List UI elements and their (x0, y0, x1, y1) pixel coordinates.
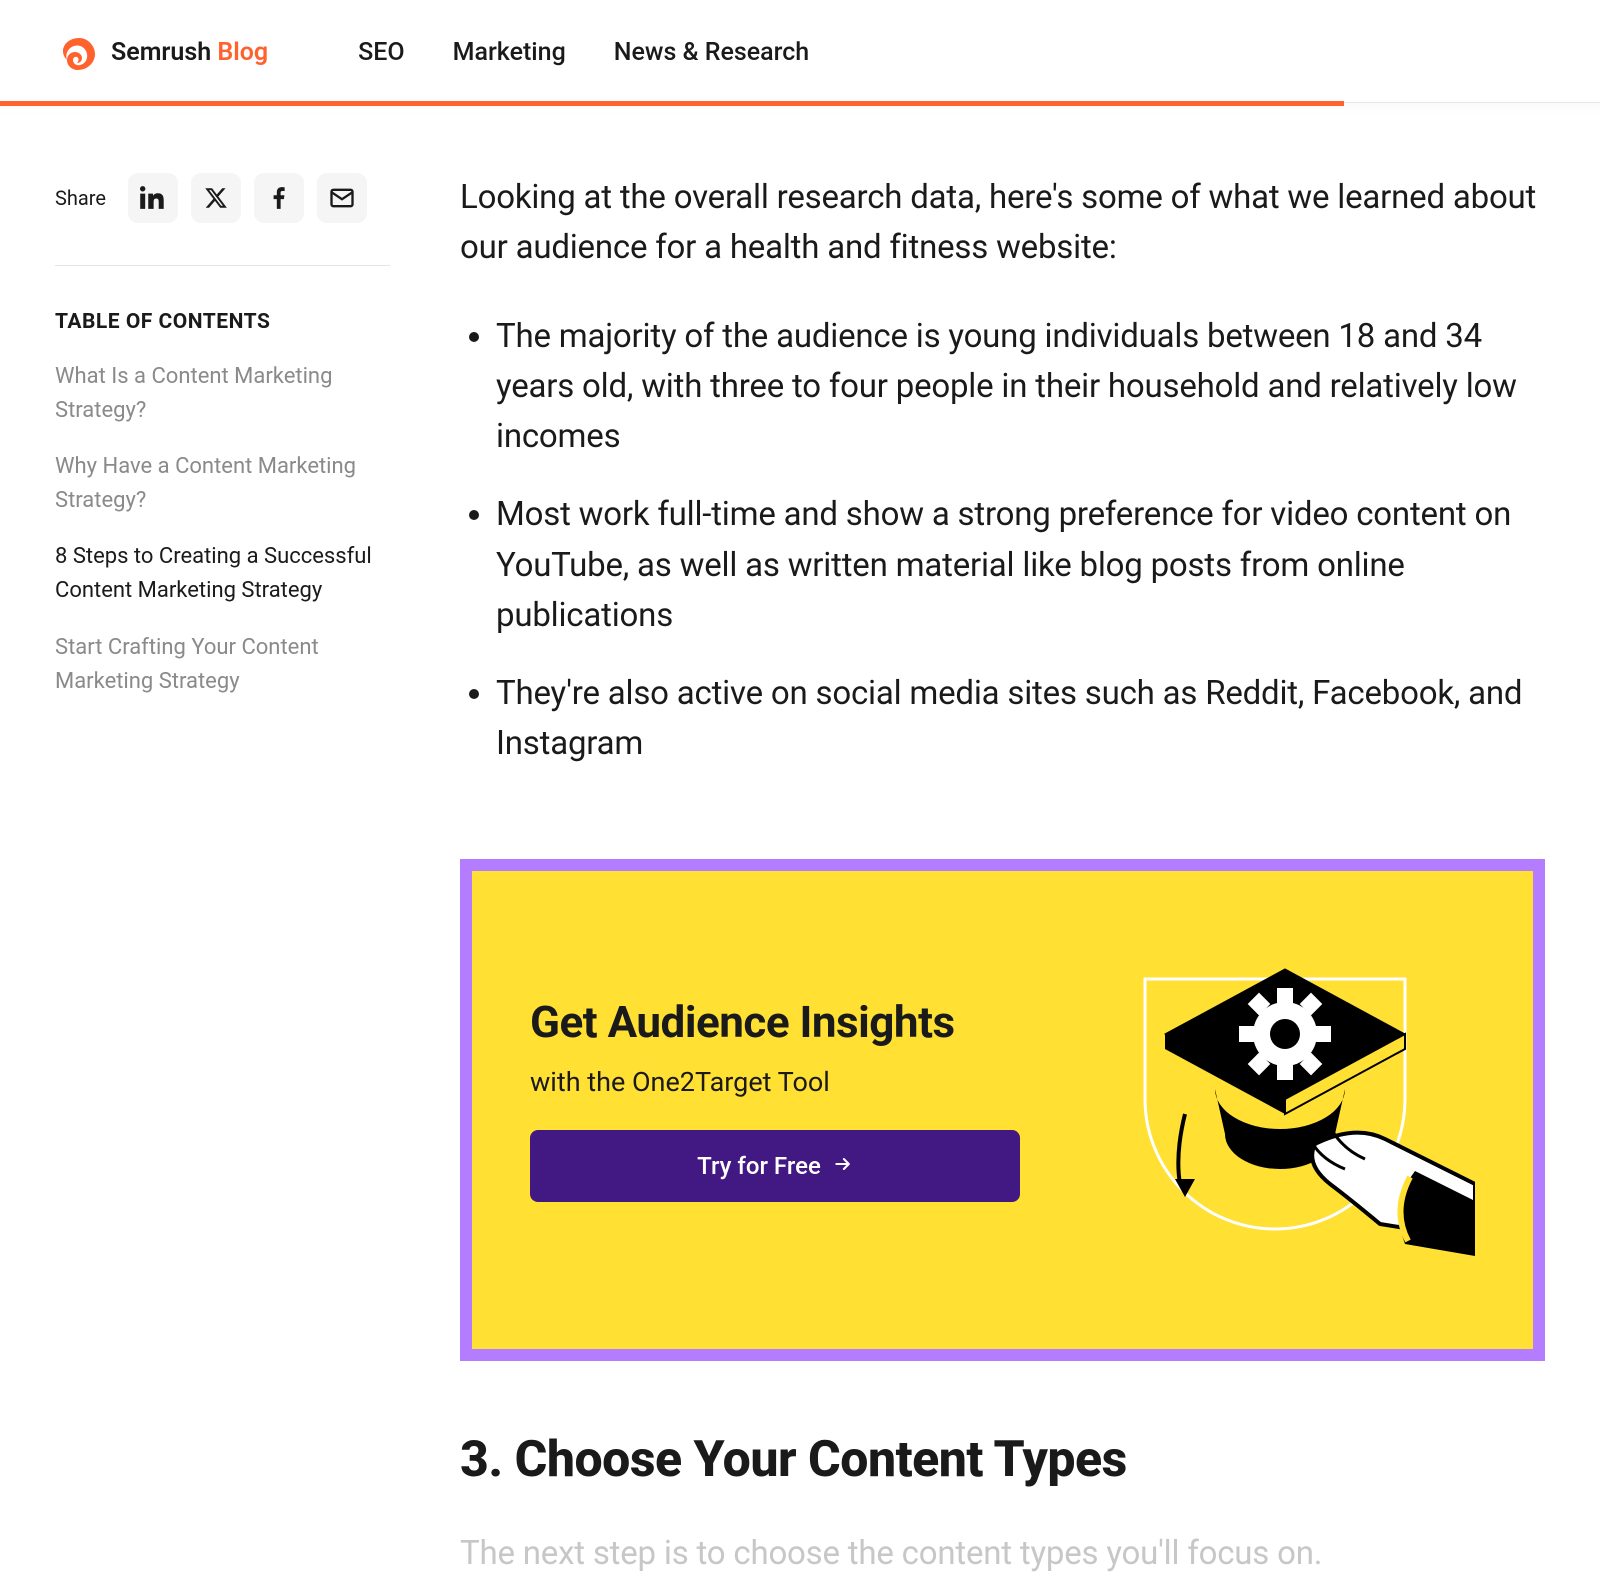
section-heading: 3. Choose Your Content Types (460, 1431, 1545, 1489)
main-nav: SEO Marketing News & Research (358, 38, 809, 67)
nav-marketing[interactable]: Marketing (453, 38, 566, 67)
reading-progress (0, 101, 1344, 106)
intro-paragraph: Looking at the overall research data, he… (460, 173, 1545, 272)
toc-title: TABLE OF CONTENTS (55, 310, 390, 334)
nav-seo[interactable]: SEO (358, 38, 404, 67)
toc-item[interactable]: 8 Steps to Creating a Successful Content… (55, 540, 390, 608)
linkedin-icon (140, 185, 166, 211)
logo[interactable]: Semrush Blog (55, 30, 268, 74)
share-label: Share (55, 186, 106, 210)
share-facebook[interactable] (254, 173, 304, 223)
faded-paragraph: The next step is to choose the content t… (460, 1529, 1545, 1579)
promo-subtitle: with the One2Target Tool (530, 1066, 1025, 1098)
list-item: The majority of the audience is young in… (496, 312, 1545, 462)
toc-list: What Is a Content Marketing Strategy? Wh… (55, 360, 390, 699)
list-item: Most work full-time and show a strong pr… (496, 490, 1545, 640)
share-linkedin[interactable] (128, 173, 178, 223)
x-icon (204, 186, 228, 210)
toc-item[interactable]: Start Crafting Your Content Marketing St… (55, 631, 390, 699)
nav-news[interactable]: News & Research (614, 38, 809, 67)
logo-text: Semrush Blog (111, 38, 268, 67)
toc-item[interactable]: Why Have a Content Marketing Strategy? (55, 450, 390, 518)
list-item: They're also active on social media site… (496, 669, 1545, 769)
share-row: Share (55, 173, 390, 266)
share-x[interactable] (191, 173, 241, 223)
flame-icon (55, 30, 99, 74)
toc-item[interactable]: What Is a Content Marketing Strategy? (55, 360, 390, 428)
try-free-button[interactable]: Try for Free (530, 1130, 1020, 1202)
bullet-list: The majority of the audience is young in… (460, 312, 1545, 769)
facebook-icon (266, 185, 292, 211)
article-body: Looking at the overall research data, he… (460, 173, 1545, 1579)
promo-card: Get Audience Insights with the One2Targe… (460, 859, 1545, 1361)
promo-illustration (1055, 939, 1475, 1259)
button-label: Try for Free (697, 1152, 821, 1180)
arrow-right-icon (833, 1152, 853, 1180)
sidebar: Share (55, 173, 390, 1579)
email-icon (328, 184, 356, 212)
promo-title: Get Audience Insights (530, 996, 1025, 1048)
site-header: Semrush Blog SEO Marketing News & Resear… (0, 0, 1600, 103)
share-email[interactable] (317, 173, 367, 223)
